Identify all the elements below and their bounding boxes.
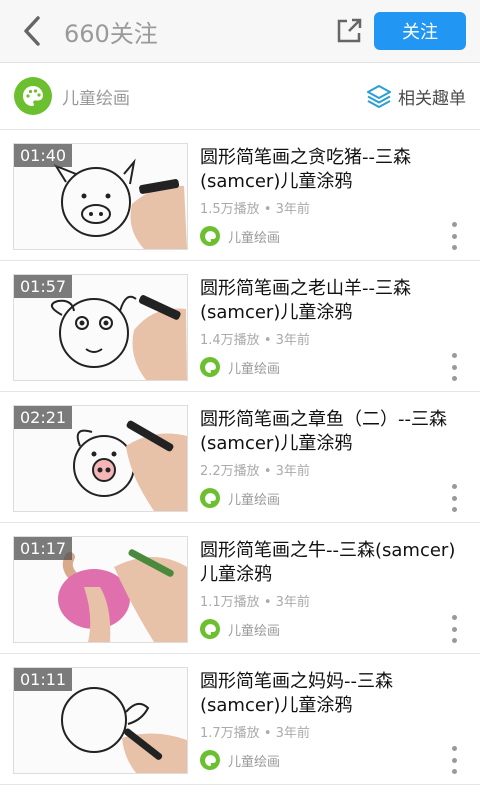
more-vertical-icon[interactable] xyxy=(446,222,462,250)
uploader-avatar xyxy=(200,226,220,246)
upload-age: 3年前 xyxy=(275,595,310,610)
video-meta: 1.7万播放 • 3年前 xyxy=(200,722,470,741)
meta-separator: • xyxy=(263,333,272,348)
video-meta: 2.2万播放 • 3年前 xyxy=(200,460,470,479)
video-thumbnail[interactable]: 01:17 xyxy=(13,536,188,643)
palette-icon xyxy=(204,754,216,766)
meta-separator: • xyxy=(263,202,272,217)
more-vertical-icon[interactable] xyxy=(446,746,462,774)
uploader-avatar xyxy=(200,357,220,377)
meta-separator: • xyxy=(263,726,272,741)
play-count: 2.2万播放 xyxy=(200,464,260,479)
uploader[interactable]: 儿童绘画 xyxy=(200,750,280,770)
uploader-name: 儿童绘画 xyxy=(228,361,281,377)
chevron-left-icon xyxy=(24,16,40,46)
uploader-name: 儿童绘画 xyxy=(228,754,281,770)
video-duration: 01:11 xyxy=(14,668,73,691)
uploader-avatar xyxy=(200,619,220,639)
video-duration: 02:21 xyxy=(14,406,73,429)
video-title[interactable]: 圆形简笔画之老山羊--三森(samcer)儿童涂鸦 xyxy=(200,277,470,325)
upload-age: 3年前 xyxy=(275,726,310,741)
video-meta: 1.5万播放 • 3年前 xyxy=(200,198,470,217)
video-item[interactable]: 01:17 圆形简笔画之牛--三森(samcer)儿童涂鸦 1.1万播放 • 3… xyxy=(0,523,480,654)
palette-icon xyxy=(204,230,216,242)
video-thumbnail[interactable]: 01:57 xyxy=(13,274,188,381)
share-button[interactable] xyxy=(324,0,374,62)
more-vertical-icon[interactable] xyxy=(446,353,462,381)
palette-icon xyxy=(204,492,216,504)
more-vertical-icon[interactable] xyxy=(446,484,462,512)
play-count: 1.4万播放 xyxy=(200,333,260,348)
video-info: 圆形简笔画之牛--三森(samcer)儿童涂鸦 1.1万播放 • 3年前 xyxy=(200,539,470,610)
video-item[interactable]: 02:21 圆形简笔画之章鱼（二）--三森(samcer)儿童涂鸦 2.2万播放… xyxy=(0,392,480,523)
video-item[interactable]: 01:40 圆形简笔画之贪吃猪--三森(samcer)儿童涂鸦 1.5万播放 •… xyxy=(0,130,480,261)
channel-name: 儿童绘画 xyxy=(62,88,130,109)
uploader-avatar xyxy=(200,750,220,770)
list-item-partial xyxy=(0,785,480,805)
channel-avatar xyxy=(14,77,52,115)
palette-icon xyxy=(204,361,216,373)
video-info: 圆形简笔画之贪吃猪--三森(samcer)儿童涂鸦 1.5万播放 • 3年前 xyxy=(200,146,470,217)
uploader-name: 儿童绘画 xyxy=(228,492,281,508)
video-title[interactable]: 圆形简笔画之牛--三森(samcer)儿童涂鸦 xyxy=(200,539,470,587)
video-item[interactable]: 01:11 圆形简笔画之妈妈--三森(samcer)儿童涂鸦 1.7万播放 • … xyxy=(0,654,480,785)
video-info: 圆形简笔画之老山羊--三森(samcer)儿童涂鸦 1.4万播放 • 3年前 xyxy=(200,277,470,348)
uploader-name: 儿童绘画 xyxy=(228,623,281,639)
upload-age: 3年前 xyxy=(275,333,310,348)
uploader[interactable]: 儿童绘画 xyxy=(200,357,280,377)
video-list: 01:40 圆形简笔画之贪吃猪--三森(samcer)儿童涂鸦 1.5万播放 •… xyxy=(0,130,480,805)
video-duration: 01:57 xyxy=(14,275,73,298)
video-thumbnail[interactable]: 01:11 xyxy=(13,667,188,774)
more-vertical-icon[interactable] xyxy=(446,615,462,643)
share-icon xyxy=(337,18,362,43)
video-duration: 01:17 xyxy=(14,537,73,560)
uploader-name: 儿童绘画 xyxy=(228,230,281,246)
play-count: 1.5万播放 xyxy=(200,202,260,217)
video-thumbnail[interactable]: 01:40 xyxy=(13,143,188,250)
video-duration: 01:40 xyxy=(14,144,73,167)
video-item[interactable]: 01:57 圆形简笔画之老山羊--三森(samcer)儿童涂鸦 1.4万播放 •… xyxy=(0,261,480,392)
upload-age: 3年前 xyxy=(275,464,310,479)
layers-icon xyxy=(367,85,391,108)
follow-button[interactable]: 关注 xyxy=(374,12,466,50)
video-meta: 1.1万播放 • 3年前 xyxy=(200,591,470,610)
back-button[interactable] xyxy=(0,0,64,62)
upload-age: 3年前 xyxy=(275,202,310,217)
related-collections-label: 相关趣单 xyxy=(398,88,466,109)
uploader[interactable]: 儿童绘画 xyxy=(200,488,280,508)
meta-separator: • xyxy=(263,595,272,610)
top-bar: 660关注 关注 xyxy=(0,0,480,63)
uploader-avatar xyxy=(200,488,220,508)
uploader[interactable]: 儿童绘画 xyxy=(200,226,280,246)
palette-icon xyxy=(204,623,216,635)
channel-bar[interactable]: 儿童绘画 相关趣单 xyxy=(0,63,480,130)
related-collections-button[interactable]: 相关趣单 xyxy=(366,83,466,109)
video-info: 圆形简笔画之章鱼（二）--三森(samcer)儿童涂鸦 2.2万播放 • 3年前 xyxy=(200,408,470,479)
uploader[interactable]: 儿童绘画 xyxy=(200,619,280,639)
meta-separator: • xyxy=(263,464,272,479)
video-info: 圆形简笔画之妈妈--三森(samcer)儿童涂鸦 1.7万播放 • 3年前 xyxy=(200,670,470,741)
play-count: 1.1万播放 xyxy=(200,595,260,610)
play-count: 1.7万播放 xyxy=(200,726,260,741)
page-title: 660关注 xyxy=(64,19,158,48)
video-title[interactable]: 圆形简笔画之章鱼（二）--三森(samcer)儿童涂鸦 xyxy=(200,408,470,456)
video-title[interactable]: 圆形简笔画之妈妈--三森(samcer)儿童涂鸦 xyxy=(200,670,470,718)
video-meta: 1.4万播放 • 3年前 xyxy=(200,329,470,348)
video-title[interactable]: 圆形简笔画之贪吃猪--三森(samcer)儿童涂鸦 xyxy=(200,146,470,194)
video-thumbnail[interactable]: 02:21 xyxy=(13,405,188,512)
palette-icon xyxy=(23,86,43,106)
